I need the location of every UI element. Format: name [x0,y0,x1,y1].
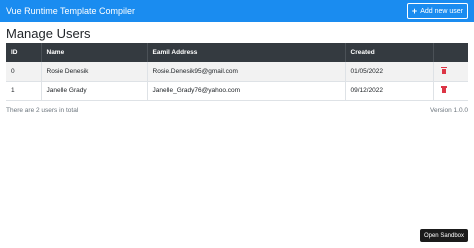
add-new-user-button[interactable]: + Add new user [406,3,468,19]
trash-icon[interactable] [440,66,447,74]
user-count-text: There are 2 users in total [6,107,79,114]
plus-icon: + [411,5,418,16]
cell-email: Janelle_Grady76@yahoo.com [147,81,346,100]
cell-actions [433,62,468,81]
header-id: ID [6,43,42,62]
open-sandbox-button[interactable]: Open Sandbox [419,229,468,242]
trash-icon[interactable] [440,86,447,93]
app-title: Vue Runtime Template Compiler [6,6,136,16]
cell-name: Rosie Denesik [41,62,148,81]
header-name: Name [41,43,148,62]
table-row: 0 Rosie Denesik Rosie.Denesik95@gmail.co… [6,62,468,81]
page-title: Manage Users [6,26,91,41]
table-header-row: ID Name Eamil Address Created [6,43,468,62]
table-row: 1 Janelle Grady Janelle_Grady76@yahoo.co… [6,81,468,100]
cell-actions [433,81,468,100]
cell-created: 01/05/2022 [345,62,434,81]
header-created: Created [345,43,434,62]
cell-email: Rosie.Denesik95@gmail.com [147,62,346,81]
header-email: Eamil Address [147,43,346,62]
add-new-user-label: Add new user [420,7,463,15]
cell-id: 1 [6,81,42,100]
top-navbar: Vue Runtime Template Compiler + Add new … [0,0,474,22]
header-actions [433,43,468,62]
cell-id: 0 [6,62,42,81]
cell-name: Janelle Grady [41,81,148,100]
table-footer: There are 2 users in total Version 1.0.0 [6,107,468,114]
cell-created: 09/12/2022 [345,81,434,100]
users-table: ID Name Eamil Address Created 0 Rosie De… [6,43,468,101]
version-text: Version 1.0.0 [430,107,468,114]
